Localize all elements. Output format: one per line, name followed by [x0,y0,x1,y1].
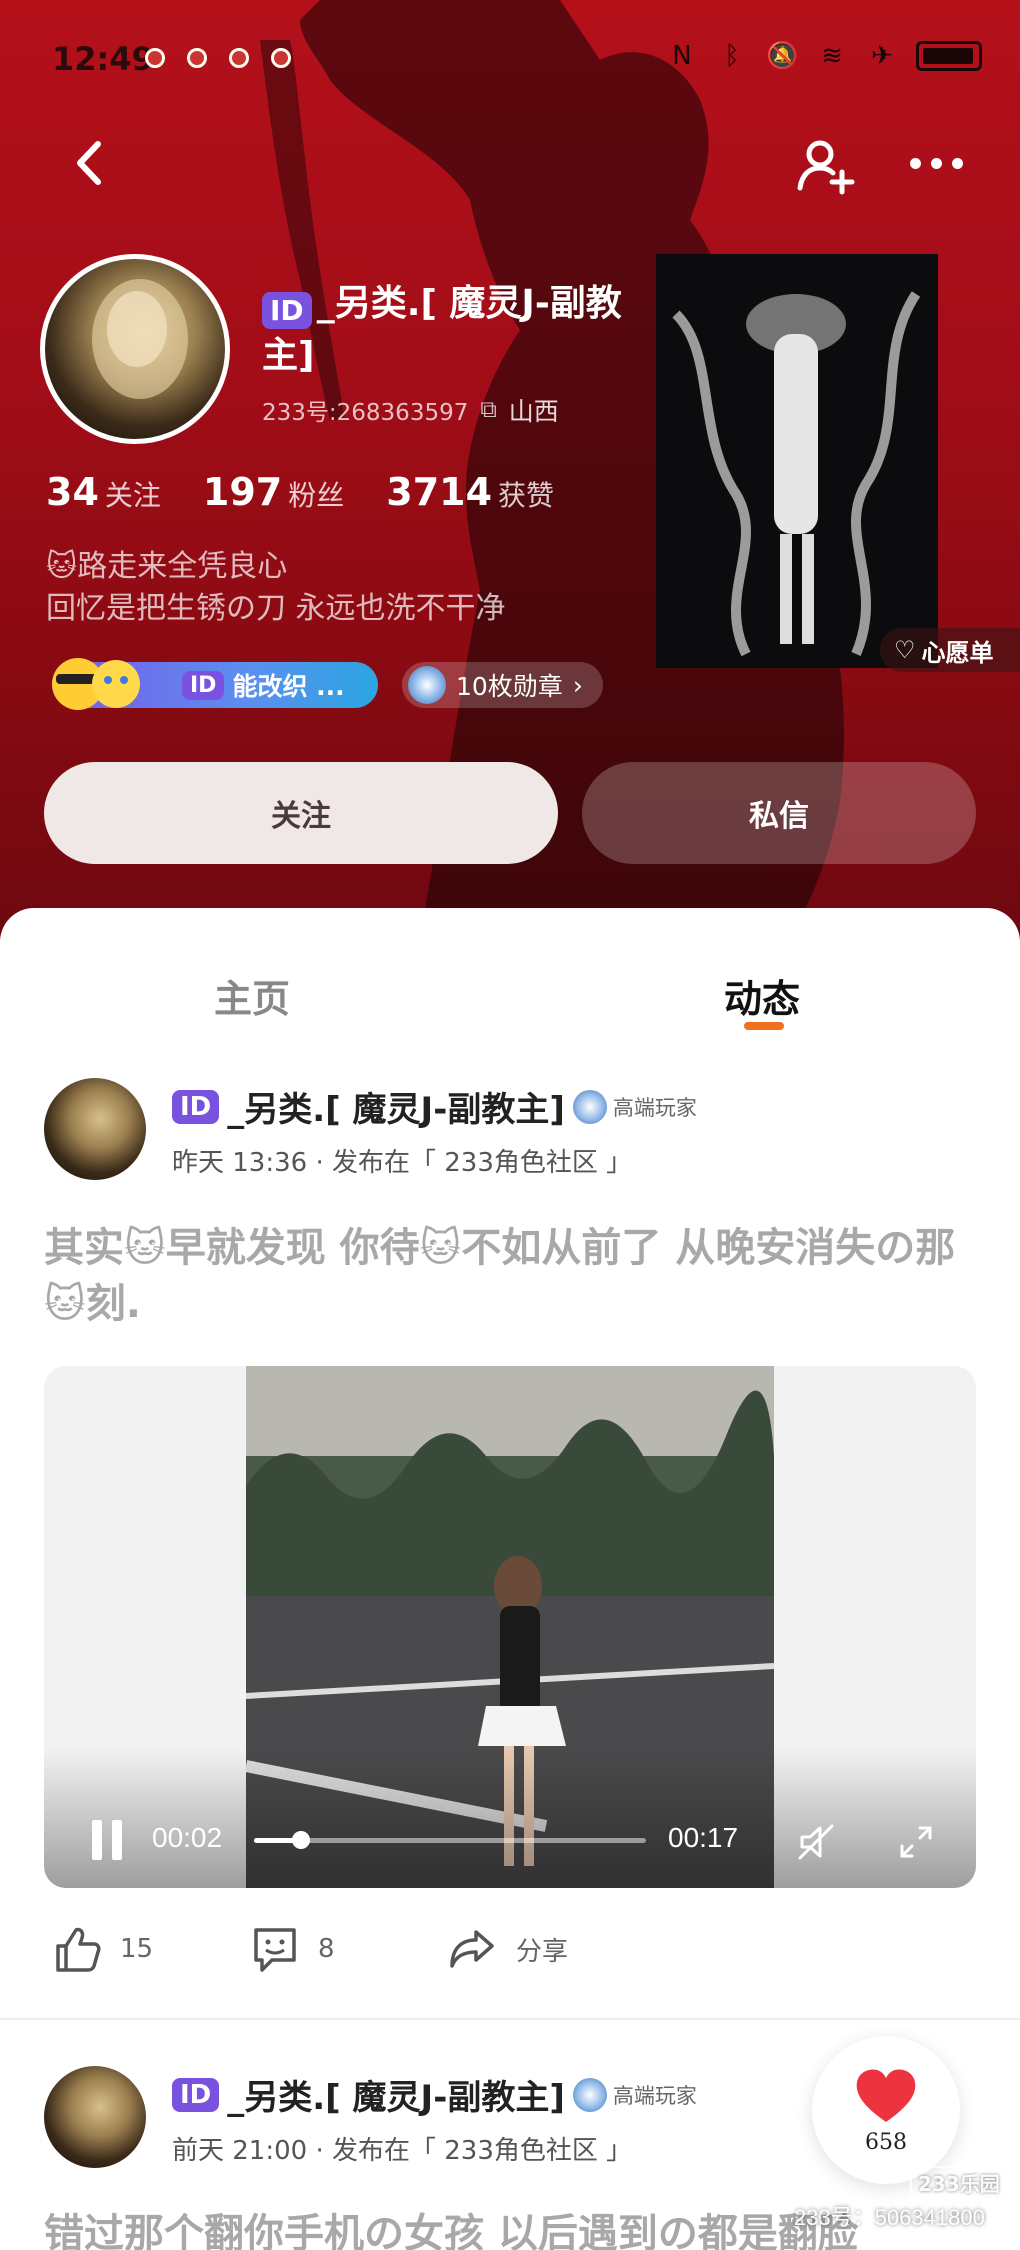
chevron-right-icon: › [572,670,583,700]
comment-icon [254,1928,296,1972]
level-badge: 高端玩家 [572,2077,697,2112]
like-count: 15 [120,1934,154,1964]
notification-icons [145,48,291,68]
active-tab-indicator [744,1022,784,1030]
tab-home[interactable]: 主页 [214,968,290,1023]
follow-button[interactable]: 关注 [44,762,558,864]
wifi-icon: ≋ [821,41,843,71]
location: 山西 [508,397,559,426]
username: _另类.[ 魔灵J-副教主] [262,283,622,376]
airplane-icon: ✈ [871,41,893,71]
share-icon [450,1930,494,1968]
post-video[interactable] [44,1366,976,1888]
comment-button[interactable]: 8 [250,1924,335,1974]
stat-likes[interactable]: 3714 获赞 [386,470,554,514]
level-icon [572,1089,607,1124]
watermark-id: 233号：506341800 [794,2205,985,2230]
mute-bell-icon: 🔕 [766,41,799,71]
post-time: 前天 21:00 · 发布在「 233角色社区 」 [172,2136,633,2166]
post-text[interactable]: 其实🐱早就发现 你待🐱不如从前了 从晚安消失の那🐱刻. [44,1220,984,1332]
bio-line: 🐱路走来全凭良心 [46,549,288,584]
nfc-icon: N [672,41,692,71]
post-author-name[interactable]: ID _另类.[ 魔灵J-副教主] 高端玩家 [172,1082,697,1131]
add-user-icon [797,140,855,195]
post-author-avatar[interactable] [44,2066,146,2168]
mute-button[interactable] [796,1822,836,1862]
title-id-badge: ID [182,670,225,700]
floating-like-button[interactable]: 658 [812,2036,960,2184]
back-button[interactable] [66,138,116,188]
wishlist-tag[interactable]: ♡ 心愿单 [880,628,1020,672]
emoji-icon [52,658,140,710]
watermark-logo: 233乐园 [910,2166,1008,2199]
status-bar: 12:49 N ᛒ 🔕 ≋ ✈ [0,0,1020,120]
heart-icon [856,2069,916,2122]
wishlist-image [656,254,938,668]
thumbs-up-icon [56,1927,101,1972]
post-divider [0,2018,1020,2020]
expand-icon [900,1826,932,1858]
wishlist-card[interactable] [656,254,938,668]
post-author-name[interactable]: ID _另类.[ 魔灵J-副教主] 高端玩家 [172,2070,697,2119]
video-current-time: 00:02 [152,1822,223,1853]
profile-bio: 🐱路走来全凭良心 回忆是把生锈の刀 永远也洗不干净 [46,546,626,630]
post-time: 昨天 13:36 · 发布在「 233角色社区 」 [172,1148,633,1178]
status-time: 12:49 [52,40,154,78]
system-status-icons: N ᛒ 🔕 ≋ ✈ [666,40,982,72]
account-meta: 233号:268363597 ⧉ 山西 [262,392,559,428]
medal-count: 10枚勋章 [456,672,563,701]
fullscreen-button[interactable] [898,1824,934,1860]
wishlist-label: 心愿单 [921,638,994,667]
comment-count: 8 [318,1934,335,1964]
pause-button[interactable] [92,1820,128,1860]
battery-icon [916,41,982,71]
title-badge-text: 能改织 ... [232,672,345,701]
profile-avatar[interactable] [40,254,230,444]
bluetooth-icon: ᛒ [724,41,740,71]
video-progress-slider[interactable] [254,1831,646,1849]
chevron-left-icon [77,141,101,185]
share-label: 分享 [516,1936,569,1967]
copy-icon[interactable]: ⧉ [480,397,496,423]
title-badge[interactable]: ID 能改织 ... [52,658,378,710]
id-badge: ID [262,292,312,329]
level-badge: 高端玩家 [572,1089,697,1124]
profile-name: ID _另类.[ 魔灵J-副教主] [262,278,642,382]
badge-row: ID 能改织 ... 10枚勋章 › [52,658,603,710]
video-progress-knob[interactable] [292,1831,311,1849]
stat-following[interactable]: 34 关注 [46,470,161,514]
stat-followers[interactable]: 197 粉丝 [203,470,344,514]
video-duration: 00:17 [668,1822,739,1853]
share-button[interactable]: 分享 [446,1924,568,1974]
speaker-muted-icon [798,1824,834,1860]
like-button[interactable]: 15 [52,1924,153,1974]
video-controls-overlay [44,1748,976,1888]
heart-outline-icon: ♡ [894,636,916,664]
account-number: 233号:268363597 [262,400,469,426]
level-icon [572,2077,607,2112]
medal-icon [408,666,446,704]
medals-button[interactable]: 10枚勋章 › [402,662,603,708]
tab-feed[interactable]: 动态 [724,968,800,1023]
post-author-avatar[interactable] [44,1078,146,1180]
add-friend-button[interactable] [796,136,856,196]
message-button[interactable]: 私信 [582,762,976,864]
post-action-bar: 15 8 分享 [0,1924,1020,1984]
profile-stats: 34 关注 197 粉丝 3714 获赞 [46,470,554,514]
bio-line: 回忆是把生锈の刀 永远也洗不干净 [46,591,506,626]
more-options-button[interactable] [910,148,970,178]
floating-like-count: 658 [865,2129,907,2155]
avatar-image [92,279,188,399]
